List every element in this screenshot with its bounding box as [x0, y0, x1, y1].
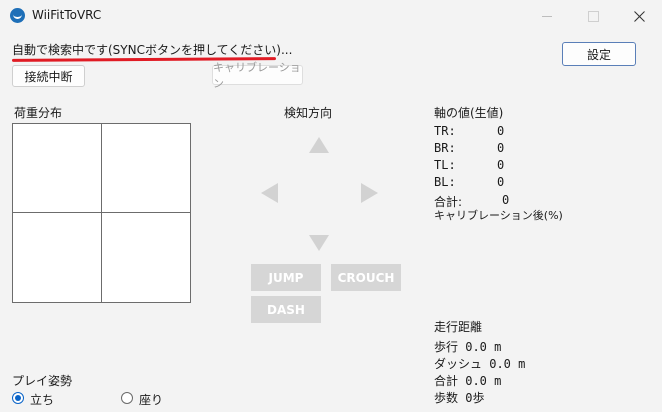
- maximize-button[interactable]: [570, 0, 616, 32]
- arrow-up-icon: [309, 137, 329, 153]
- axis-key: TR:: [434, 124, 456, 138]
- sitting-radio[interactable]: [121, 392, 133, 404]
- minimize-button[interactable]: [524, 0, 570, 32]
- calibration-button[interactable]: キャリブレーション: [212, 61, 303, 90]
- arrow-right-icon: [361, 183, 378, 203]
- arrow-down-icon: [309, 235, 329, 251]
- disconnect-button[interactable]: 接続中断: [12, 65, 85, 87]
- total-distance: 合計 0.0 m: [434, 374, 502, 388]
- axis-key: BR:: [434, 141, 456, 155]
- posture-label: プレイ姿勢: [12, 374, 73, 388]
- axis-total-value: 0: [502, 193, 510, 207]
- axis-key: TL:: [434, 158, 456, 172]
- grid-divider-vertical: [101, 124, 102, 302]
- close-button[interactable]: [616, 0, 662, 32]
- dash-indicator: DASH: [251, 296, 321, 323]
- maximize-icon: [587, 10, 599, 22]
- axis-key: BL:: [434, 175, 456, 189]
- axis-value: 0: [497, 175, 505, 189]
- post-calibration-label: キャリブレーション後(%): [434, 209, 563, 222]
- window-title: WiiFitToVRC: [32, 8, 102, 22]
- status-text: 自動で検索中です(SYNCボタンを押してください)...: [12, 43, 293, 57]
- close-icon: [633, 10, 645, 22]
- direction-label: 検知方向: [284, 106, 333, 120]
- settings-button[interactable]: 設定: [562, 42, 636, 66]
- walk-distance: 歩行 0.0 m: [434, 340, 502, 354]
- jump-indicator: JUMP: [251, 264, 321, 291]
- dash-distance: ダッシュ 0.0 m: [434, 357, 526, 371]
- axis-value: 0: [497, 158, 505, 172]
- axis-value: 0: [497, 141, 505, 155]
- grid-divider-horizontal: [13, 212, 190, 213]
- axis-values-title: 軸の値(生値): [434, 106, 504, 120]
- minimize-icon: [542, 15, 552, 17]
- axis-value: 0: [497, 124, 505, 138]
- load-distribution-label: 荷重分布: [14, 106, 63, 120]
- standing-radio-label[interactable]: 立ち: [30, 391, 54, 408]
- sitting-radio-label[interactable]: 座り: [139, 391, 163, 408]
- crouch-indicator: CROUCH: [331, 264, 401, 291]
- standing-radio[interactable]: [12, 392, 24, 404]
- arrow-left-icon: [261, 183, 278, 203]
- distance-title: 走行距離: [434, 320, 483, 334]
- load-distribution-grid: [12, 123, 191, 303]
- step-count: 歩数 0歩: [434, 391, 485, 405]
- title-bar: WiiFitToVRC: [0, 0, 662, 32]
- app-icon: [10, 8, 25, 23]
